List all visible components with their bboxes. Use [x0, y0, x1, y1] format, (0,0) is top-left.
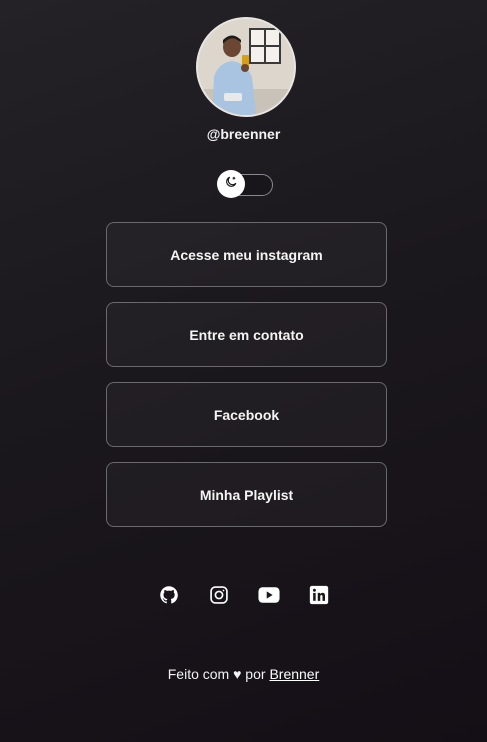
footer: Feito com ♥ por Brenner	[0, 666, 487, 682]
page-container: @breenner Acesse meu instagram Entre em …	[0, 0, 487, 742]
author-link[interactable]: Brenner	[269, 666, 319, 682]
link-button-playlist[interactable]: Minha Playlist	[106, 462, 387, 527]
username: @breenner	[206, 126, 281, 142]
link-label: Acesse meu instagram	[170, 246, 323, 263]
link-label: Minha Playlist	[199, 486, 294, 503]
link-button-facebook[interactable]: Facebook	[106, 382, 387, 447]
link-button-contact[interactable]: Entre em contato	[106, 302, 387, 367]
moon-icon	[224, 175, 238, 194]
toggle-knob[interactable]	[217, 170, 245, 198]
theme-toggle[interactable]	[217, 170, 273, 198]
github-icon[interactable]	[158, 584, 180, 606]
avatar	[196, 17, 296, 117]
linkedin-icon[interactable]	[308, 584, 330, 606]
link-label: Entre em contato	[189, 326, 304, 343]
social-links	[0, 584, 487, 606]
instagram-icon[interactable]	[208, 584, 230, 606]
footer-text: Feito com ♥ por	[167, 666, 266, 682]
youtube-icon[interactable]	[257, 584, 280, 606]
link-button-instagram[interactable]: Acesse meu instagram	[106, 222, 387, 287]
link-label: Facebook	[213, 406, 280, 423]
